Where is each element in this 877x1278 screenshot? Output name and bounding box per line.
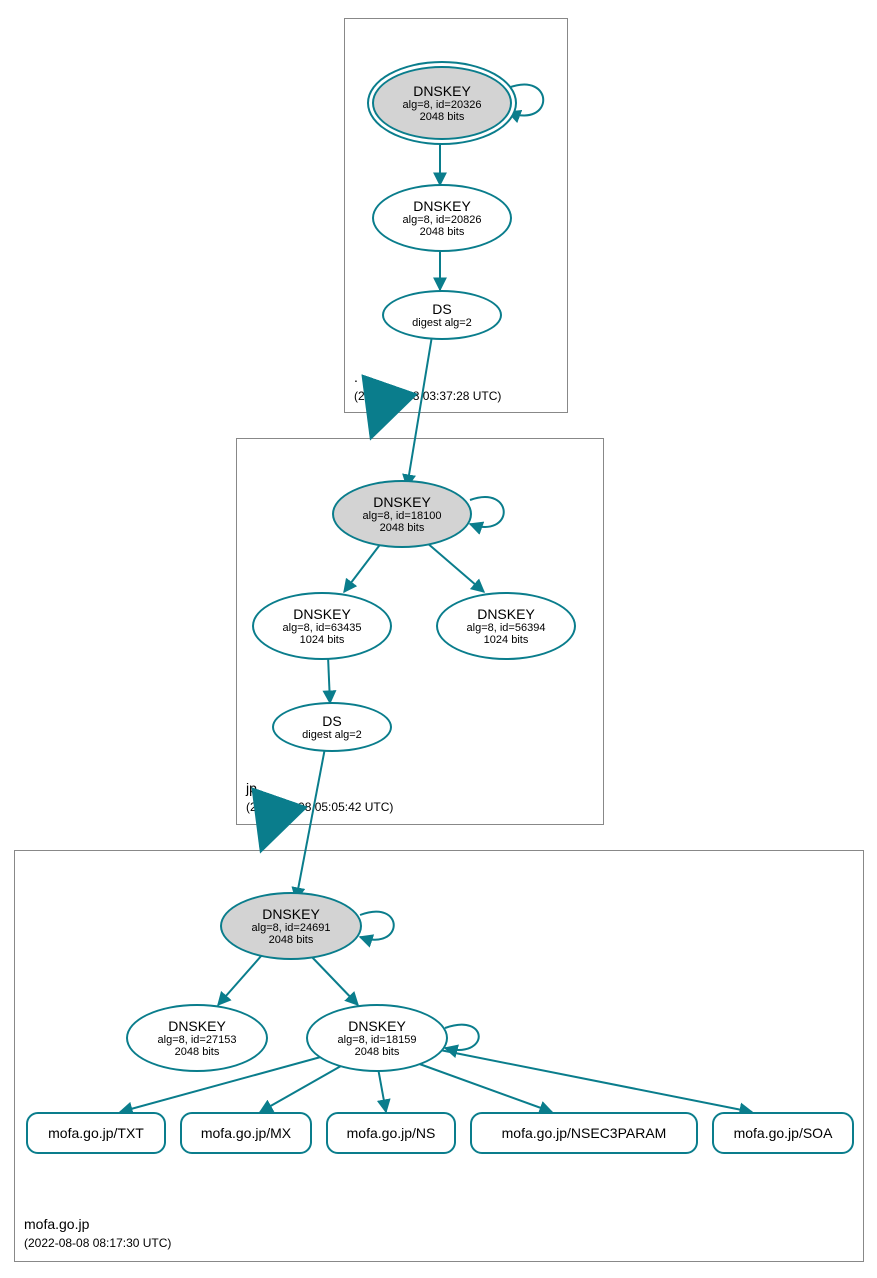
record-txt: mofa.go.jp/TXT bbox=[26, 1112, 166, 1154]
node-type: DNSKEY bbox=[413, 198, 471, 214]
node-bits: 1024 bits bbox=[300, 634, 345, 646]
node-jp-zsk2: DNSKEY alg=8, id=56394 1024 bits bbox=[436, 592, 576, 660]
node-jp-ksk: DNSKEY alg=8, id=18100 2048 bits bbox=[332, 480, 472, 548]
node-type: DNSKEY bbox=[477, 606, 535, 622]
node-bits: 2048 bits bbox=[355, 1046, 400, 1058]
record-nsec3param: mofa.go.jp/NSEC3PARAM bbox=[470, 1112, 698, 1154]
zone-name: jp bbox=[246, 780, 257, 796]
node-type: DNSKEY bbox=[293, 606, 351, 622]
node-type: DNSKEY bbox=[348, 1018, 406, 1034]
node-jp-zsk1: DNSKEY alg=8, id=63435 1024 bits bbox=[252, 592, 392, 660]
zone-timestamp: (2022-08-08 08:17:30 UTC) bbox=[24, 1236, 171, 1250]
node-bits: 2048 bits bbox=[269, 934, 314, 946]
zone-name: . bbox=[354, 369, 358, 385]
node-mofa-ksk: DNSKEY alg=8, id=24691 2048 bits bbox=[220, 892, 362, 960]
node-alg: alg=8, id=20826 bbox=[403, 214, 482, 226]
zone-root-label: . (2022-08-08 03:37:28 UTC) bbox=[354, 368, 501, 405]
node-root-zsk: DNSKEY alg=8, id=20826 2048 bits bbox=[372, 184, 512, 252]
node-type: DNSKEY bbox=[373, 494, 431, 510]
node-alg: alg=8, id=18100 bbox=[363, 510, 442, 522]
node-alg: digest alg=2 bbox=[302, 729, 362, 741]
node-root-ksk: DNSKEY alg=8, id=20326 2048 bits bbox=[372, 66, 512, 140]
node-alg: alg=8, id=56394 bbox=[467, 622, 546, 634]
node-bits: 2048 bits bbox=[175, 1046, 220, 1058]
node-bits: 2048 bits bbox=[420, 111, 465, 123]
node-alg: alg=8, id=24691 bbox=[252, 922, 331, 934]
zone-name: mofa.go.jp bbox=[24, 1216, 89, 1232]
node-alg: alg=8, id=63435 bbox=[283, 622, 362, 634]
zone-mofa-label: mofa.go.jp (2022-08-08 08:17:30 UTC) bbox=[24, 1215, 171, 1252]
node-type: DS bbox=[432, 301, 451, 317]
node-alg: alg=8, id=20326 bbox=[403, 99, 482, 111]
node-alg: alg=8, id=27153 bbox=[158, 1034, 237, 1046]
node-type: DNSKEY bbox=[262, 906, 320, 922]
node-mofa-zsk2: DNSKEY alg=8, id=18159 2048 bits bbox=[306, 1004, 448, 1072]
record-ns: mofa.go.jp/NS bbox=[326, 1112, 456, 1154]
node-alg: digest alg=2 bbox=[412, 317, 472, 329]
zone-timestamp: (2022-08-08 05:05:42 UTC) bbox=[246, 800, 393, 814]
record-mx: mofa.go.jp/MX bbox=[180, 1112, 312, 1154]
node-jp-ds: DS digest alg=2 bbox=[272, 702, 392, 752]
node-type: DNSKEY bbox=[413, 83, 471, 99]
node-root-ds: DS digest alg=2 bbox=[382, 290, 502, 340]
record-soa: mofa.go.jp/SOA bbox=[712, 1112, 854, 1154]
node-mofa-zsk1: DNSKEY alg=8, id=27153 2048 bits bbox=[126, 1004, 268, 1072]
node-type: DNSKEY bbox=[168, 1018, 226, 1034]
node-bits: 2048 bits bbox=[380, 522, 425, 534]
node-bits: 2048 bits bbox=[420, 226, 465, 238]
node-bits: 1024 bits bbox=[484, 634, 529, 646]
node-type: DS bbox=[322, 713, 341, 729]
zone-jp-label: jp (2022-08-08 05:05:42 UTC) bbox=[246, 779, 393, 816]
node-alg: alg=8, id=18159 bbox=[338, 1034, 417, 1046]
zone-timestamp: (2022-08-08 03:37:28 UTC) bbox=[354, 389, 501, 403]
